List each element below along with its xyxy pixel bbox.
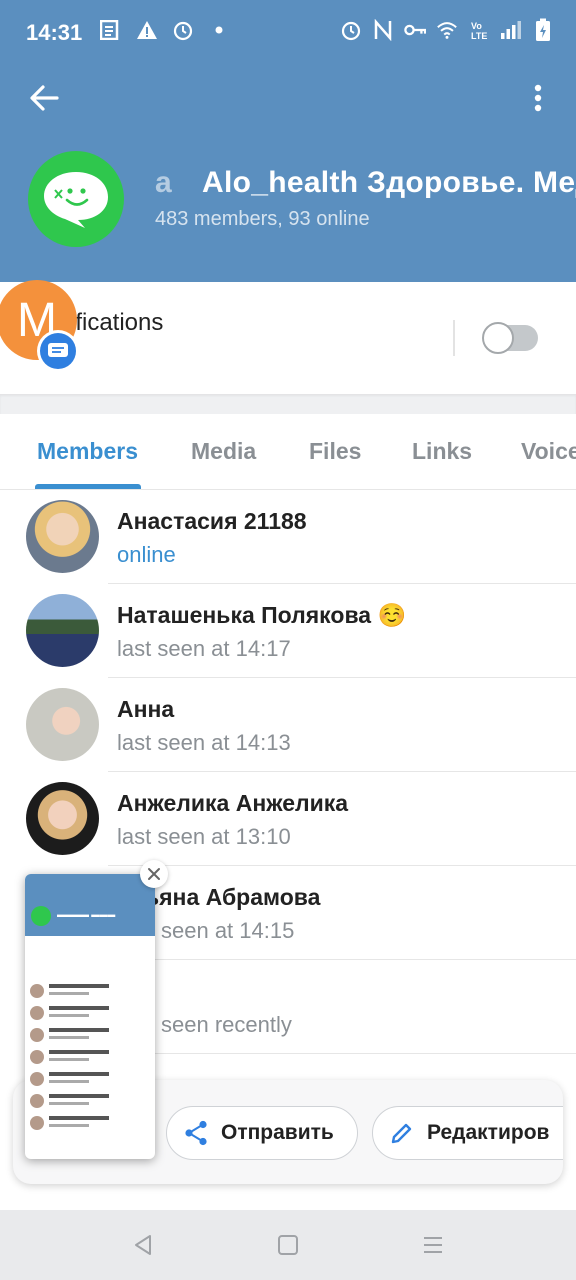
chat-info-header: a Alo_health Здоровье. Медицина 483 membe… (0, 64, 576, 282)
member-status: seen at 14:15 (161, 918, 295, 943)
nfc-icon (372, 18, 394, 42)
member-avatar (26, 782, 99, 855)
battery-icon (532, 18, 554, 42)
group-title-text: Alo_health Здоровье. Медицина (202, 166, 576, 199)
member-avatar (26, 594, 99, 667)
svg-text:LTE: LTE (471, 31, 487, 41)
send-button-label: Отправить (221, 1121, 334, 1144)
notifications-row[interactable]: ifications (0, 282, 576, 394)
alarm-icon (340, 18, 362, 42)
more-options-button[interactable] (520, 78, 556, 118)
group-title-fragment: a (155, 166, 172, 199)
member-name: Наташенька Полякова ☺️ (117, 602, 407, 628)
wifi-icon (436, 18, 458, 42)
edit-button[interactable]: Редактиров (372, 1106, 563, 1160)
member-status: last seen at 13:10 (117, 824, 291, 849)
alarm-icon (172, 18, 194, 42)
member-avatar (26, 500, 99, 573)
media-tabs: Members Media Files Links Voice (0, 414, 576, 490)
svg-text:Vo: Vo (471, 21, 482, 31)
warning-icon (136, 18, 158, 42)
section-divider (0, 394, 576, 414)
tab-files[interactable]: Files (309, 438, 361, 465)
close-icon (148, 868, 160, 880)
tab-members[interactable]: Members (37, 438, 138, 465)
close-thumbnail-button[interactable] (140, 860, 168, 888)
triangle-back-icon (135, 1235, 151, 1255)
group-title: a Alo_health Здоровье. Медицина (155, 166, 576, 200)
member-status: last seen at 14:17 (117, 636, 291, 661)
member-status: seen recently (161, 1012, 292, 1037)
document-icon (100, 18, 122, 42)
notifications-toggle[interactable] (482, 322, 538, 354)
tab-links[interactable]: Links (412, 438, 472, 465)
edit-button-label: Редактиров (427, 1121, 550, 1144)
member-name: Анастасия 21188 (117, 508, 307, 534)
share-icon (181, 1118, 211, 1148)
status-time: 14:31 (26, 20, 83, 45)
nav-recents-button[interactable] (420, 1232, 446, 1258)
message-icon (48, 343, 68, 357)
nav-home-button[interactable] (275, 1232, 301, 1258)
member-status: online (117, 542, 176, 567)
member-row[interactable]: Наташенька Полякова ☺️ last seen at 14:1… (0, 584, 576, 678)
member-name: ьяна Абрамова (145, 884, 321, 910)
notifications-label: ifications (70, 309, 164, 336)
member-name: Анна (117, 696, 175, 722)
member-row[interactable]: Анжелика Анжелика last seen at 13:10 (0, 772, 576, 866)
member-name: Анжелика Анжелика (117, 790, 349, 816)
group-avatar[interactable] (28, 151, 124, 247)
tab-voice[interactable]: Voice (521, 438, 576, 465)
member-avatar (26, 688, 99, 761)
system-nav-bar (0, 1210, 576, 1280)
member-row[interactable]: Анна last seen at 14:13 (0, 678, 576, 772)
floating-chat-head[interactable]: M (0, 280, 79, 372)
tab-media[interactable]: Media (191, 438, 256, 465)
screenshot-thumbnail[interactable]: ▬▬▬▬ ▬▬▬ (25, 874, 155, 1159)
status-bar: 14:31 Vo LTE (0, 0, 576, 64)
square-home-icon (278, 1235, 298, 1255)
member-status: last seen at 14:13 (117, 730, 291, 755)
key-icon (404, 18, 426, 42)
back-button[interactable] (24, 78, 64, 118)
arrow-left-icon (30, 85, 59, 111)
pencil-icon (387, 1118, 417, 1148)
menu-lines-icon (424, 1237, 442, 1253)
toggle-knob (482, 322, 514, 354)
volte-icon: Vo LTE (468, 18, 490, 42)
more-vertical-icon (534, 84, 542, 112)
member-row[interactable]: Анастасия 21188 online (0, 490, 576, 584)
dot-icon (208, 18, 230, 42)
chat-bubble-smiley-icon (44, 172, 108, 228)
signal-icon (500, 18, 522, 42)
send-button[interactable]: Отправить (166, 1106, 358, 1160)
notifications-divider (453, 320, 455, 356)
group-member-count: 483 members, 93 online (155, 208, 370, 230)
message-badge (37, 330, 79, 372)
nav-back-button[interactable] (130, 1232, 156, 1258)
